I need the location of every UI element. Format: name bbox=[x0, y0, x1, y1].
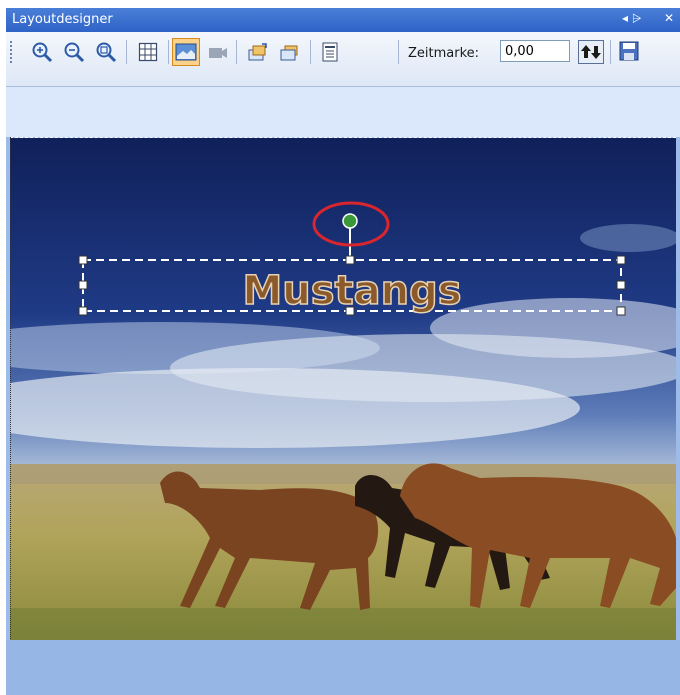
zoom-out-button[interactable] bbox=[60, 38, 88, 66]
resize-handle[interactable] bbox=[616, 255, 626, 265]
zoom-fit-icon bbox=[96, 42, 117, 63]
camera-button[interactable] bbox=[204, 38, 232, 66]
mustangs-photo: Mustangs bbox=[10, 138, 676, 640]
zoom-in-icon bbox=[32, 42, 53, 63]
canvas-guide-line bbox=[10, 137, 11, 639]
toolbar-separator bbox=[610, 40, 611, 64]
send-backward-button[interactable] bbox=[276, 38, 304, 66]
zeitmarke-toggle-button[interactable] bbox=[578, 40, 604, 64]
bring-forward-icon bbox=[248, 43, 267, 61]
resize-handle[interactable] bbox=[78, 306, 88, 316]
properties-button[interactable] bbox=[316, 38, 344, 66]
canvas-footer-area bbox=[6, 640, 680, 695]
window-title: Layoutdesigner bbox=[12, 12, 113, 27]
toolbar-separator bbox=[126, 40, 127, 64]
close-icon[interactable]: ✕ bbox=[664, 11, 674, 25]
layout-canvas[interactable]: Mustangs bbox=[10, 137, 676, 640]
zeitmarke-input[interactable]: 0,00 bbox=[500, 40, 570, 62]
toolbar: Zeitmarke: 0,00 bbox=[6, 32, 680, 87]
resize-handle[interactable] bbox=[345, 255, 355, 265]
resize-handle[interactable] bbox=[616, 306, 626, 316]
bring-forward-button[interactable] bbox=[244, 38, 272, 66]
mustangs-text: Mustangs bbox=[242, 268, 461, 314]
layoutdesigner-window: Layoutdesigner ◂ ⩥ ✕ Zeitmarke: 0,00 Mus… bbox=[6, 8, 680, 695]
rotate-handle[interactable] bbox=[342, 213, 358, 229]
grid-button[interactable] bbox=[134, 38, 162, 66]
resize-handle[interactable] bbox=[78, 255, 88, 265]
zoom-fit-button[interactable] bbox=[92, 38, 120, 66]
save-button[interactable] bbox=[618, 40, 642, 64]
zoom-in-button[interactable] bbox=[28, 38, 56, 66]
toolbar-grip[interactable] bbox=[10, 41, 12, 63]
save-icon bbox=[619, 41, 639, 61]
toolbar-separator bbox=[398, 40, 399, 64]
camera-icon bbox=[209, 48, 227, 58]
resize-handle[interactable] bbox=[78, 280, 88, 290]
toolbar-separator bbox=[168, 40, 169, 64]
toolbar-separator bbox=[236, 40, 237, 64]
resize-handle[interactable] bbox=[616, 280, 626, 290]
up-down-arrows-icon bbox=[581, 45, 601, 59]
send-backward-icon bbox=[280, 45, 298, 61]
zeitmarke-label: Zeitmarke: bbox=[408, 46, 480, 61]
title-bar: Layoutdesigner ◂ ⩥ ✕ bbox=[6, 8, 680, 32]
properties-icon bbox=[322, 42, 338, 62]
grid-icon bbox=[138, 42, 158, 62]
layout-view-icon bbox=[175, 43, 197, 61]
toolbar-separator bbox=[310, 40, 311, 64]
layout-view-button[interactable] bbox=[172, 38, 200, 66]
zeitmarke-value: 0,00 bbox=[505, 44, 534, 59]
zoom-out-icon bbox=[64, 42, 85, 63]
pin-icon[interactable]: ◂ ⩥ bbox=[622, 11, 641, 26]
ruler-strip bbox=[6, 87, 680, 137]
